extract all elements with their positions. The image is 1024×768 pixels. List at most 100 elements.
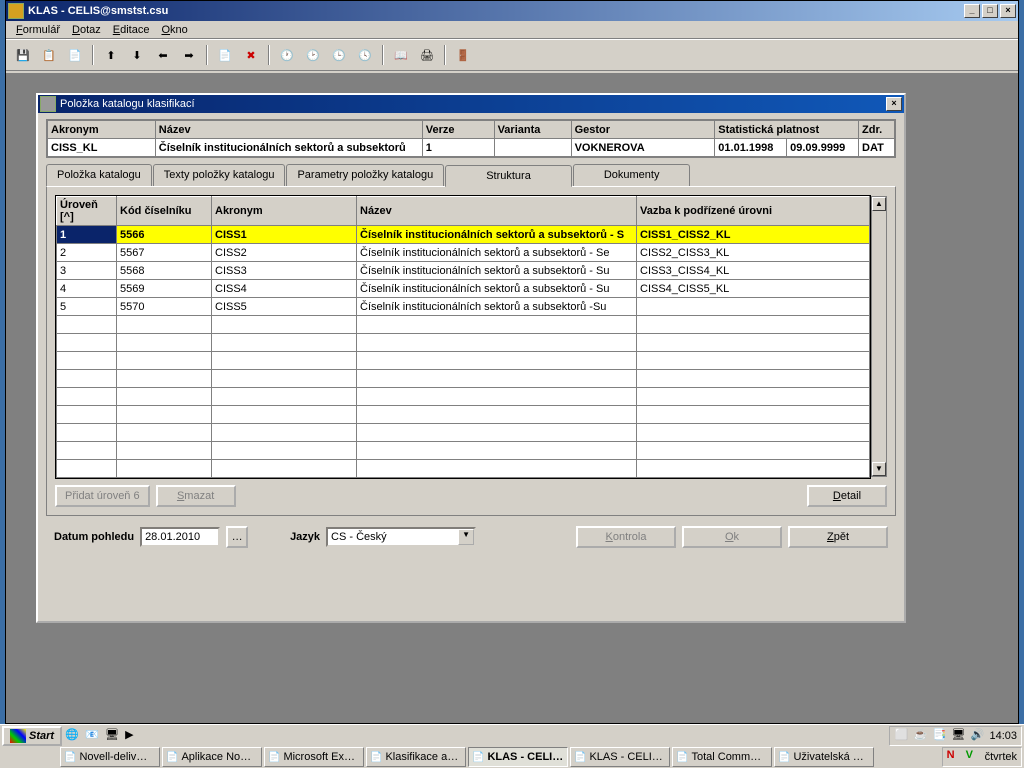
taskbar-task[interactable]: 📄Uživatelská … bbox=[774, 747, 874, 767]
lang-combo[interactable]: CS - Český ▼ bbox=[326, 527, 476, 547]
tb-copy-icon[interactable]: 📋 bbox=[38, 44, 60, 66]
app-icon bbox=[8, 3, 24, 19]
ql-icon-3[interactable]: 🖥 bbox=[104, 727, 122, 745]
vertical-scrollbar[interactable]: ▲ ▼ bbox=[871, 196, 887, 477]
delete-button[interactable]: Smazat bbox=[156, 485, 236, 507]
combo-dropdown-icon[interactable]: ▼ bbox=[458, 529, 474, 545]
task-label: KLAS - CELI… bbox=[487, 751, 563, 763]
tb-print-icon[interactable]: 🖨 bbox=[416, 44, 438, 66]
date-picker-button[interactable]: … bbox=[226, 526, 248, 548]
table-row-empty[interactable] bbox=[57, 406, 870, 424]
tray-volume-icon[interactable]: 🔊 bbox=[970, 728, 986, 744]
ql-icon-4[interactable]: ▶ bbox=[124, 727, 142, 745]
system-tray: ⬜ ☕ 📑 🖥 🔊 14:03 bbox=[889, 726, 1022, 746]
dialog-close-button[interactable]: × bbox=[886, 97, 902, 111]
tray-icon-1[interactable]: ⬜ bbox=[894, 728, 910, 744]
lang-label: Jazyk bbox=[290, 531, 320, 543]
taskbar-task[interactable]: 📄Aplikace No… bbox=[162, 747, 262, 767]
taskbar-task[interactable]: 📄KLAS - CELI… bbox=[570, 747, 670, 767]
dialog-icon bbox=[40, 96, 56, 112]
tray-icon-2[interactable]: ☕ bbox=[913, 728, 929, 744]
tb-clock2-icon[interactable]: 🕑 bbox=[302, 44, 324, 66]
tray-icon-3[interactable]: 📑 bbox=[932, 728, 948, 744]
menu-formular[interactable]: Formulář bbox=[10, 23, 66, 37]
table-row[interactable]: 35568CISS3Číselník institucionálních sek… bbox=[57, 262, 870, 280]
table-row-empty[interactable] bbox=[57, 352, 870, 370]
tab-polozka[interactable]: Položka katalogu bbox=[46, 164, 152, 186]
hdr-gestor: Gestor bbox=[571, 121, 715, 139]
table-row-empty[interactable] bbox=[57, 388, 870, 406]
ql-icon-1[interactable]: 🌐 bbox=[64, 727, 82, 745]
ok-button[interactable]: Ok bbox=[682, 526, 782, 548]
menu-dotaz[interactable]: Dotaz bbox=[66, 23, 107, 37]
th-kod[interactable]: Kód číselníku bbox=[117, 197, 212, 226]
scroll-up-icon[interactable]: ▲ bbox=[872, 197, 886, 211]
th-vazba[interactable]: Vazba k podřízené úrovni bbox=[637, 197, 870, 226]
scroll-down-icon[interactable]: ▼ bbox=[872, 462, 886, 476]
table-row-empty[interactable] bbox=[57, 424, 870, 442]
tray-icon-4[interactable]: 🖥 bbox=[951, 728, 967, 744]
date-input[interactable] bbox=[140, 527, 220, 547]
tb-new-icon[interactable]: 📄 bbox=[214, 44, 236, 66]
table-row[interactable]: 45569CISS4Číselník institucionálních sek… bbox=[57, 280, 870, 298]
val-plat-do: 09.09.9999 bbox=[787, 139, 859, 157]
taskbar-task[interactable]: 📄Novell-deliv… bbox=[60, 747, 160, 767]
taskbar-task[interactable]: 📄KLAS - CELI… bbox=[468, 747, 568, 767]
menu-okno[interactable]: Okno bbox=[155, 23, 193, 37]
tb-book-icon[interactable]: 📖 bbox=[390, 44, 412, 66]
tabs: Položka katalogu Texty položky katalogu … bbox=[46, 164, 896, 186]
taskbar-task[interactable]: 📄Klasifikace a… bbox=[366, 747, 466, 767]
structure-table: Úroveň [^] Kód číselníku Akronym Název V… bbox=[55, 195, 871, 479]
table-row-empty[interactable] bbox=[57, 334, 870, 352]
tb-clock4-icon[interactable]: 🕓 bbox=[354, 44, 376, 66]
ql-icon-2[interactable]: 📧 bbox=[84, 727, 102, 745]
task-icon: 📄 bbox=[676, 752, 688, 763]
table-row[interactable]: 55570CISS5Číselník institucionálních sek… bbox=[57, 298, 870, 316]
start-button[interactable]: Start bbox=[2, 726, 62, 746]
table-row-empty[interactable] bbox=[57, 442, 870, 460]
task-icon: 📄 bbox=[166, 752, 178, 763]
tb-left-icon[interactable]: ⬅ bbox=[152, 44, 174, 66]
tab-dokumenty[interactable]: Dokumenty bbox=[573, 164, 691, 186]
toolbar: 💾 📋 📄 ⬆ ⬇ ⬅ ➡ 📄 ✖ 🕐 🕑 🕒 🕓 📖 🖨 🚪 bbox=[6, 39, 1018, 71]
tb-right-icon[interactable]: ➡ bbox=[178, 44, 200, 66]
dialog-titlebar: Položka katalogu klasifikací × bbox=[38, 95, 904, 113]
hdr-platnost: Statistická platnost bbox=[715, 121, 859, 139]
tray-day: čtvrtek bbox=[985, 751, 1017, 763]
tb-down-icon[interactable]: ⬇ bbox=[126, 44, 148, 66]
tb-delete-icon[interactable]: ✖ bbox=[240, 44, 262, 66]
tb-save-icon[interactable]: 💾 bbox=[12, 44, 34, 66]
table-row[interactable]: 15566CISS1Číselník institucionálních sek… bbox=[57, 226, 870, 244]
kontrola-button[interactable]: Kontrola bbox=[576, 526, 676, 548]
taskbar-task[interactable]: 📄Microsoft Ex… bbox=[264, 747, 364, 767]
taskbar-task[interactable]: 📄Total Comm… bbox=[672, 747, 772, 767]
th-uroven[interactable]: Úroveň [^] bbox=[57, 197, 117, 226]
table-row-empty[interactable] bbox=[57, 316, 870, 334]
back-button[interactable]: Zpět bbox=[788, 526, 888, 548]
tb-clock1-icon[interactable]: 🕐 bbox=[276, 44, 298, 66]
tab-texty[interactable]: Texty položky katalogu bbox=[153, 164, 286, 186]
task-label: Aplikace No… bbox=[181, 751, 251, 763]
th-akronym[interactable]: Akronym bbox=[212, 197, 357, 226]
table-row-empty[interactable] bbox=[57, 460, 870, 478]
tab-struktura[interactable]: Struktura bbox=[445, 165, 572, 187]
table-row-empty[interactable] bbox=[57, 370, 870, 388]
tray-v-icon[interactable]: V bbox=[966, 749, 982, 765]
close-button[interactable]: × bbox=[1000, 4, 1016, 18]
val-verze: 1 bbox=[422, 139, 494, 157]
minimize-button[interactable]: _ bbox=[964, 4, 980, 18]
maximize-button[interactable]: □ bbox=[982, 4, 998, 18]
th-nazev[interactable]: Název bbox=[357, 197, 637, 226]
tab-parametry[interactable]: Parametry položky katalogu bbox=[286, 164, 444, 186]
clock[interactable]: 14:03 bbox=[989, 730, 1017, 742]
tb-exit-icon[interactable]: 🚪 bbox=[452, 44, 474, 66]
tb-up-icon[interactable]: ⬆ bbox=[100, 44, 122, 66]
tab-content: Úroveň [^] Kód číselníku Akronym Název V… bbox=[46, 186, 896, 516]
tb-clock3-icon[interactable]: 🕒 bbox=[328, 44, 350, 66]
add-level-button[interactable]: Přidat úroveň 6 bbox=[55, 485, 150, 507]
tb-paste-icon[interactable]: 📄 bbox=[64, 44, 86, 66]
menu-editace[interactable]: Editace bbox=[107, 23, 156, 37]
tray-n-icon[interactable]: N bbox=[947, 749, 963, 765]
table-row[interactable]: 25567CISS2Číselník institucionálních sek… bbox=[57, 244, 870, 262]
detail-button[interactable]: Detail bbox=[807, 485, 887, 507]
